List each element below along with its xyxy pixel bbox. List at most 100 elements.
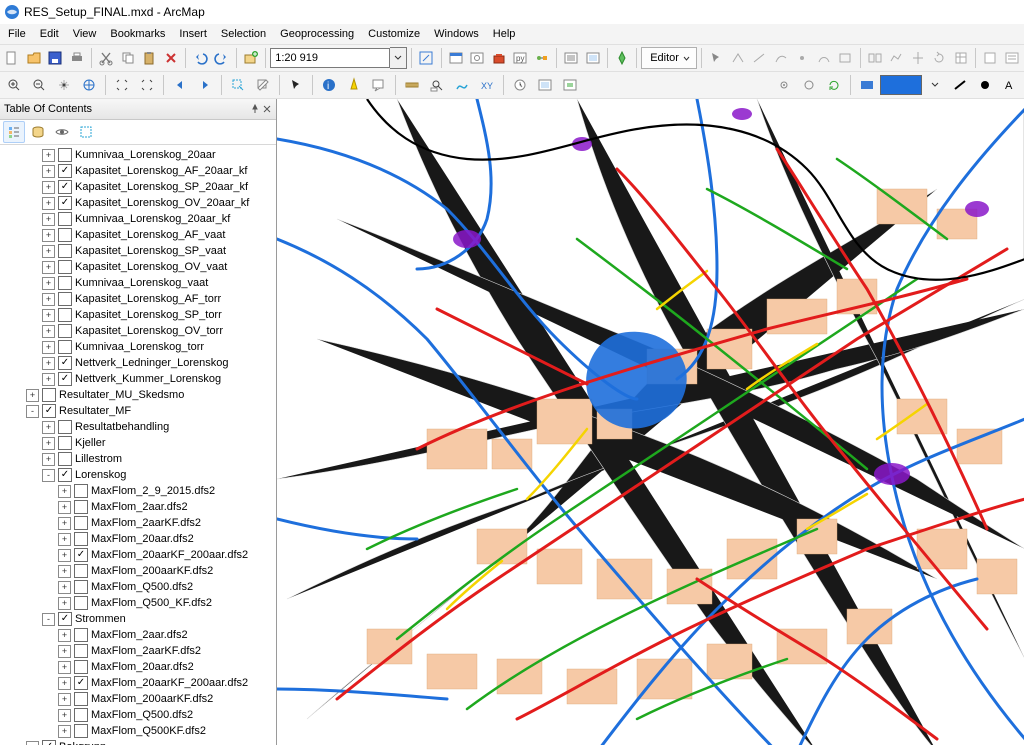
expand-icon[interactable]: + xyxy=(58,709,71,722)
html-popup-button[interactable] xyxy=(367,73,391,97)
layer-visibility-checkbox[interactable] xyxy=(42,404,56,418)
toc-layer[interactable]: +MaxFlom_2aar.dfs2 xyxy=(2,627,276,643)
layer-visibility-checkbox[interactable] xyxy=(74,660,88,674)
fixed-zoom-out[interactable] xyxy=(135,73,159,97)
layout-view-button[interactable] xyxy=(582,46,603,70)
layer-visibility-checkbox[interactable] xyxy=(58,468,72,482)
toc-layer[interactable]: +Kumnivaa_Lorenskog_vaat xyxy=(2,275,276,291)
text-color-button[interactable]: A xyxy=(998,73,1022,97)
layer-visibility-checkbox[interactable] xyxy=(58,180,72,194)
layer-visibility-checkbox[interactable] xyxy=(58,244,72,258)
toc-layer[interactable]: +MaxFlom_2aarKF.dfs2 xyxy=(2,515,276,531)
collapse-icon[interactable]: - xyxy=(26,405,39,418)
layer-visibility-checkbox[interactable] xyxy=(74,676,88,690)
expand-icon[interactable]: + xyxy=(42,229,55,242)
open-button[interactable] xyxy=(24,46,45,70)
layer-visibility-checkbox[interactable] xyxy=(74,500,88,514)
layer-visibility-checkbox[interactable] xyxy=(58,212,72,226)
expand-icon[interactable]: + xyxy=(58,565,71,578)
menu-edit[interactable]: Edit xyxy=(34,26,65,42)
toc-layer[interactable]: +MaxFlom_20aarKF_200aar.dfs2 xyxy=(2,547,276,563)
toc-layer[interactable]: -Strommen xyxy=(2,611,276,627)
menu-selection[interactable]: Selection xyxy=(215,26,272,42)
edit-tool-point[interactable] xyxy=(792,46,813,70)
toc-layer[interactable]: +Kapasitet_Lorenskog_SP_torr xyxy=(2,307,276,323)
layer-visibility-checkbox[interactable] xyxy=(58,148,72,162)
launch-button[interactable] xyxy=(612,46,633,70)
collapse-icon[interactable]: - xyxy=(26,741,39,745)
expand-icon[interactable]: + xyxy=(58,645,71,658)
select-elements-button[interactable] xyxy=(284,73,308,97)
layer-visibility-checkbox[interactable] xyxy=(58,260,72,274)
expand-icon[interactable]: + xyxy=(58,501,71,514)
toc-layer[interactable]: +Nettverk_Kummer_Lorenskog xyxy=(2,371,276,387)
toc-layer[interactable]: +Nettverk_Ledninger_Lorenskog xyxy=(2,355,276,371)
close-icon[interactable] xyxy=(262,104,272,114)
zoom-out-button[interactable] xyxy=(27,73,51,97)
layer-visibility-checkbox[interactable] xyxy=(74,484,88,498)
full-extent-button[interactable] xyxy=(77,73,101,97)
select-features-button[interactable] xyxy=(226,73,250,97)
edit-attributes[interactable] xyxy=(951,46,972,70)
forward-extent-button[interactable] xyxy=(193,73,217,97)
copy-button[interactable] xyxy=(118,46,139,70)
toc-layer[interactable]: +Resultatbehandling xyxy=(2,419,276,435)
table-of-contents-button[interactable] xyxy=(561,46,582,70)
toc-layer[interactable]: +MaxFlom_Q500.dfs2 xyxy=(2,707,276,723)
layer-visibility-checkbox[interactable] xyxy=(58,228,72,242)
edit-tool-arc[interactable] xyxy=(770,46,791,70)
time-slider-button[interactable] xyxy=(508,73,532,97)
layer-visibility-checkbox[interactable] xyxy=(74,580,88,594)
edit-rotate[interactable] xyxy=(929,46,950,70)
snapping-button[interactable] xyxy=(772,73,796,97)
line-color-button[interactable] xyxy=(948,73,972,97)
toc-layer[interactable]: +MaxFlom_20aar.dfs2 xyxy=(2,531,276,547)
menu-geoprocessing[interactable]: Geoprocessing xyxy=(274,26,360,42)
toc-layer[interactable]: -Resultater_MF xyxy=(2,403,276,419)
toc-layer[interactable]: +MaxFlom_200aarKF.dfs2 xyxy=(2,563,276,579)
expand-icon[interactable]: + xyxy=(58,485,71,498)
edit-tool-vertex[interactable] xyxy=(727,46,748,70)
toc-layer[interactable]: +MaxFlom_20aar.dfs2 xyxy=(2,659,276,675)
layer-visibility-checkbox[interactable] xyxy=(74,724,88,738)
expand-icon[interactable]: + xyxy=(42,325,55,338)
expand-icon[interactable]: + xyxy=(42,181,55,194)
toc-layer[interactable]: +MaxFlom_20aarKF_200aar.dfs2 xyxy=(2,675,276,691)
python-window-button[interactable]: py xyxy=(510,46,531,70)
undo-button[interactable] xyxy=(190,46,211,70)
list-by-selection[interactable] xyxy=(75,121,97,143)
menu-view[interactable]: View xyxy=(67,26,103,42)
fixed-zoom-in[interactable] xyxy=(110,73,134,97)
menu-insert[interactable]: Insert xyxy=(173,26,213,42)
layer-visibility-checkbox[interactable] xyxy=(74,532,88,546)
toc-layer[interactable]: -Bakgrunn xyxy=(2,739,276,745)
toc-layer[interactable]: +Kjeller xyxy=(2,435,276,451)
menu-windows[interactable]: Windows xyxy=(428,26,485,42)
layer-visibility-checkbox[interactable] xyxy=(74,692,88,706)
expand-icon[interactable]: + xyxy=(58,661,71,674)
expand-icon[interactable]: + xyxy=(42,149,55,162)
fill-color-dropdown[interactable] xyxy=(923,73,947,97)
layer-visibility-checkbox[interactable] xyxy=(58,612,72,626)
layer-visibility-checkbox[interactable] xyxy=(58,452,72,466)
expand-icon[interactable]: + xyxy=(42,437,55,450)
toc-layer[interactable]: +Kumnivaa_Lorenskog_20aar xyxy=(2,147,276,163)
expand-icon[interactable]: + xyxy=(42,261,55,274)
layer-visibility-checkbox[interactable] xyxy=(74,564,88,578)
layer-visibility-checkbox[interactable] xyxy=(74,708,88,722)
layer-visibility-checkbox[interactable] xyxy=(58,308,72,322)
edit-tool-rect[interactable] xyxy=(835,46,856,70)
layer-visibility-checkbox[interactable] xyxy=(58,276,72,290)
layer-visibility-checkbox[interactable] xyxy=(58,164,72,178)
expand-icon[interactable]: + xyxy=(42,197,55,210)
layer-visibility-checkbox[interactable] xyxy=(74,596,88,610)
toc-layer[interactable]: +Kapasitet_Lorenskog_OV_torr xyxy=(2,323,276,339)
layer-visibility-checkbox[interactable] xyxy=(58,356,72,370)
toc-layer[interactable]: +Kapasitet_Lorenskog_SP_vaat xyxy=(2,243,276,259)
expand-icon[interactable]: + xyxy=(58,533,71,546)
edit-split[interactable] xyxy=(907,46,928,70)
layer-visibility-checkbox[interactable] xyxy=(74,628,88,642)
toc-layer[interactable]: +Kapasitet_Lorenskog_OV_vaat xyxy=(2,259,276,275)
expand-icon[interactable]: + xyxy=(58,597,71,610)
expand-icon[interactable]: + xyxy=(58,629,71,642)
